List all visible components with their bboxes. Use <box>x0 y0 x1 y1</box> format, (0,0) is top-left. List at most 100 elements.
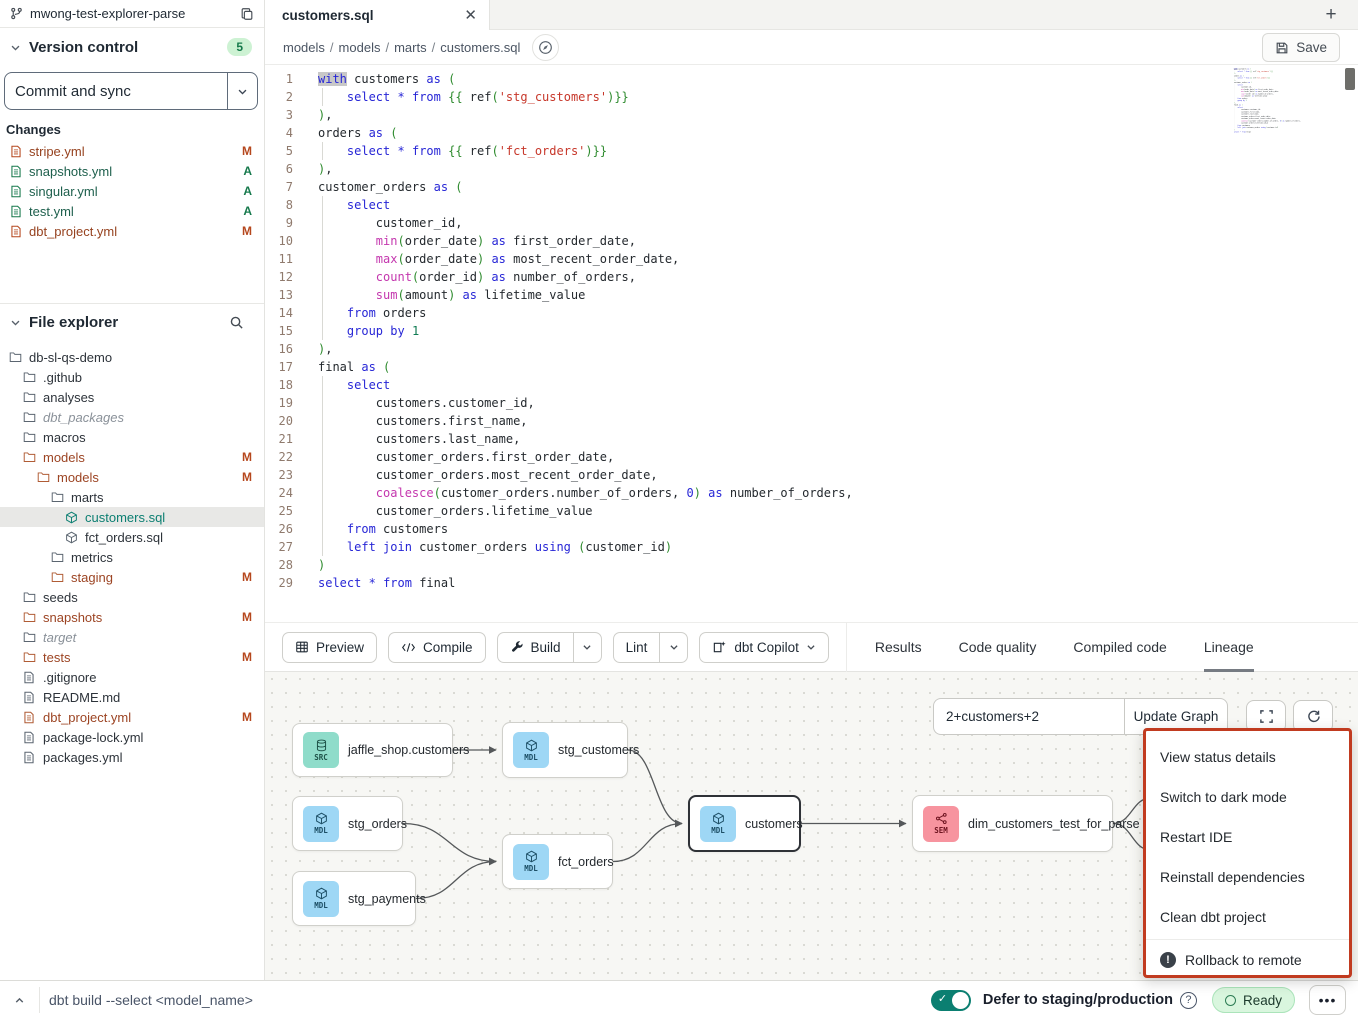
lineage-node-fct-orders[interactable]: MDLfct_orders <box>502 834 613 889</box>
code-line[interactable]: 18 select <box>265 376 1358 394</box>
tree-item--github[interactable]: .github <box>0 367 264 387</box>
code-line[interactable]: 1with customers as ( <box>265 70 1358 88</box>
code-line[interactable]: 26 from customers <box>265 520 1358 538</box>
search-icon[interactable] <box>229 315 244 330</box>
lineage-node-customers[interactable]: MDLcustomers <box>688 795 801 852</box>
code-line[interactable]: 12 count(order_id) as number_of_orders, <box>265 268 1358 286</box>
commit-options-chevron-icon[interactable] <box>227 73 257 109</box>
build-button[interactable]: Build <box>498 633 573 662</box>
menu-item-reinstall-dependencies[interactable]: Reinstall dependencies <box>1146 857 1349 897</box>
commit-and-sync-button[interactable]: Commit and sync <box>4 72 258 110</box>
open-in-explorer-compass-icon[interactable] <box>532 34 559 61</box>
breadcrumb-segment[interactable]: customers.sql <box>440 40 520 55</box>
code-line[interactable]: 10 min(order_date) as first_order_date, <box>265 232 1358 250</box>
defer-toggle[interactable]: ✓ <box>931 990 971 1011</box>
new-tab-plus-icon[interactable]: + <box>1318 2 1344 28</box>
tree-item-dbt-project-yml[interactable]: dbt_project.ymlM <box>0 707 264 727</box>
lineage-node-stg-customers[interactable]: MDLstg_customers <box>502 722 628 778</box>
code-line[interactable]: 7customer_orders as ( <box>265 178 1358 196</box>
tree-item-db-sl-qs-demo[interactable]: db-sl-qs-demo <box>0 347 264 367</box>
copy-branch-icon[interactable] <box>240 7 254 21</box>
lineage-selector-input[interactable] <box>933 698 1124 735</box>
code-line[interactable]: 17final as ( <box>265 358 1358 376</box>
tab-code-quality[interactable]: Code quality <box>959 622 1037 672</box>
editor-scrollbar[interactable] <box>1345 68 1355 90</box>
tree-item--gitignore[interactable]: .gitignore <box>0 667 264 687</box>
tree-item-marts[interactable]: marts <box>0 487 264 507</box>
code-line[interactable]: 5 select * from {{ ref('fct_orders')}} <box>265 142 1358 160</box>
menu-item-rollback-to-remote[interactable]: ! Rollback to remote <box>1146 940 1349 980</box>
tree-item-tests[interactable]: testsM <box>0 647 264 667</box>
minimap[interactable]: with customers as ( select * from {{ ref… <box>1232 68 1352 148</box>
breadcrumb-segment[interactable]: models <box>283 40 325 55</box>
tab-results[interactable]: Results <box>875 622 922 672</box>
tree-item-packages-yml[interactable]: packages.yml <box>0 747 264 767</box>
changed-file-row[interactable]: snapshots.ymlA <box>0 161 264 181</box>
build-options-chevron-icon[interactable] <box>573 633 601 662</box>
help-icon[interactable]: ? <box>1180 992 1197 1009</box>
chevron-down-icon[interactable] <box>10 317 21 328</box>
tab-customers-sql[interactable]: customers.sql ✕ <box>265 0 490 30</box>
tree-item-customers-sql[interactable]: customers.sql <box>0 507 264 527</box>
tree-item-analyses[interactable]: analyses <box>0 387 264 407</box>
code-line[interactable]: 21 customers.last_name, <box>265 430 1358 448</box>
code-editor[interactable]: 1with customers as (2 select * from {{ r… <box>265 65 1358 622</box>
commit-and-sync-label[interactable]: Commit and sync <box>5 73 227 109</box>
tree-item-models[interactable]: modelsM <box>0 467 264 487</box>
code-line[interactable]: 25 customer_orders.lifetime_value <box>265 502 1358 520</box>
command-input[interactable]: dbt build --select <model_name> <box>49 992 931 1008</box>
tree-item-seeds[interactable]: seeds <box>0 587 264 607</box>
code-line[interactable]: 11 max(order_date) as most_recent_order_… <box>265 250 1358 268</box>
code-line[interactable]: 2 select * from {{ ref('stg_customers')}… <box>265 88 1358 106</box>
compile-button[interactable]: Compile <box>388 632 486 663</box>
code-line[interactable]: 16), <box>265 340 1358 358</box>
breadcrumb-segment[interactable]: models <box>339 40 381 55</box>
breadcrumb-segment[interactable]: marts <box>394 40 427 55</box>
chevron-down-icon[interactable] <box>10 42 21 53</box>
dbt-copilot-button[interactable]: dbt Copilot <box>699 632 829 663</box>
menu-item-restart-ide[interactable]: Restart IDE <box>1146 817 1349 857</box>
tab-lineage[interactable]: Lineage <box>1204 622 1254 672</box>
code-line[interactable]: 9 customer_id, <box>265 214 1358 232</box>
tree-item-macros[interactable]: macros <box>0 427 264 447</box>
code-line[interactable]: 8 select <box>265 196 1358 214</box>
code-line[interactable]: 19 customers.customer_id, <box>265 394 1358 412</box>
code-line[interactable]: 23 customer_orders.most_recent_order_dat… <box>265 466 1358 484</box>
code-line[interactable]: 15 group by 1 <box>265 322 1358 340</box>
close-icon[interactable]: ✕ <box>464 6 477 24</box>
save-button[interactable]: Save <box>1262 33 1340 62</box>
changed-file-row[interactable]: singular.ymlA <box>0 181 264 201</box>
tree-item-models[interactable]: modelsM <box>0 447 264 467</box>
code-line[interactable]: 6), <box>265 160 1358 178</box>
lint-button[interactable]: Lint <box>614 633 660 662</box>
code-line[interactable]: 14 from orders <box>265 304 1358 322</box>
code-line[interactable]: 22 customer_orders.first_order_date, <box>265 448 1358 466</box>
lineage-node-jaffle-shop-customers[interactable]: SRCjaffle_shop.customers <box>292 723 453 777</box>
lineage-node-dim-customers-test-for-parse[interactable]: SEMdim_customers_test_for_parse <box>912 795 1113 852</box>
lineage-node-stg-payments[interactable]: MDLstg_payments <box>292 871 416 926</box>
code-line[interactable]: 29select * from final <box>265 574 1358 592</box>
preview-button[interactable]: Preview <box>282 632 377 663</box>
changed-file-row[interactable]: test.ymlA <box>0 201 264 221</box>
code-line[interactable]: 13 sum(amount) as lifetime_value <box>265 286 1358 304</box>
code-line[interactable]: 20 customers.first_name, <box>265 412 1358 430</box>
more-options-button[interactable]: ••• <box>1309 985 1346 1015</box>
tree-item-fct-orders-sql[interactable]: fct_orders.sql <box>0 527 264 547</box>
lineage-node-stg-orders[interactable]: MDLstg_orders <box>292 796 403 851</box>
code-line[interactable]: 4orders as ( <box>265 124 1358 142</box>
tree-item-target[interactable]: target <box>0 627 264 647</box>
code-line[interactable]: 3), <box>265 106 1358 124</box>
code-line[interactable]: 28) <box>265 556 1358 574</box>
changed-file-row[interactable]: dbt_project.ymlM <box>0 221 264 241</box>
tree-item-snapshots[interactable]: snapshotsM <box>0 607 264 627</box>
code-line[interactable]: 27 left join customer_orders using (cust… <box>265 538 1358 556</box>
tree-item-metrics[interactable]: metrics <box>0 547 264 567</box>
tree-item-staging[interactable]: stagingM <box>0 567 264 587</box>
chevron-up-icon[interactable] <box>0 994 39 1007</box>
code-line[interactable]: 24 coalesce(customer_orders.number_of_or… <box>265 484 1358 502</box>
changed-file-row[interactable]: stripe.ymlM <box>0 141 264 161</box>
lint-options-chevron-icon[interactable] <box>659 633 687 662</box>
tree-item-readme-md[interactable]: README.md <box>0 687 264 707</box>
menu-item-view-status-details[interactable]: View status details <box>1146 737 1349 777</box>
menu-item-clean-dbt-project[interactable]: Clean dbt project <box>1146 897 1349 937</box>
